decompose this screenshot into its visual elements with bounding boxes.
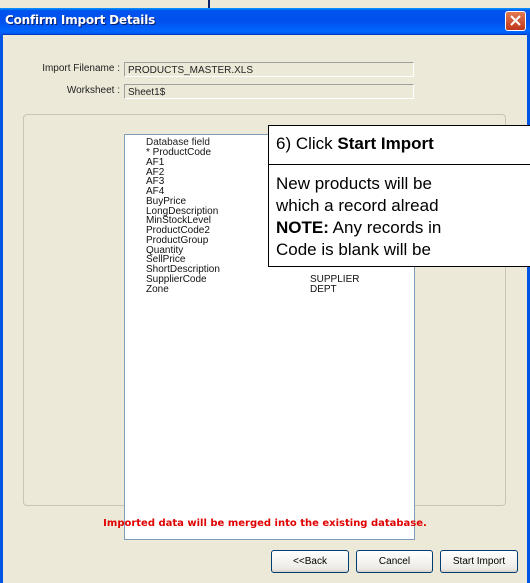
list-item[interactable]: Zone DEPT	[125, 283, 414, 295]
import-filename-label: Import Filename :	[42, 63, 120, 74]
background-window-divider	[208, 0, 210, 8]
callout-divider	[269, 164, 530, 165]
close-icon	[510, 15, 521, 26]
instruction-callout: 6) Click Start Import New products will …	[268, 125, 530, 267]
callout-heading: 6) Click Start Import	[276, 134, 434, 153]
callout-line-3: NOTE: Any records in	[276, 218, 442, 237]
merge-warning-message: Imported data will be merged into the ex…	[103, 518, 427, 529]
database-field-name: Zone	[146, 283, 169, 295]
window-frame-left	[0, 34, 3, 583]
close-button[interactable]	[505, 11, 526, 31]
worksheet-field: Sheet1$	[124, 84, 414, 99]
callout-line-4: Code is blank will be	[276, 240, 431, 259]
background-window-strip	[0, 0, 530, 8]
cancel-button[interactable]: Cancel	[356, 550, 433, 573]
callout-line-2: which a record alread	[276, 196, 439, 215]
title-bar[interactable]: Confirm Import Details	[0, 8, 530, 35]
window-title: Confirm Import Details	[5, 13, 156, 27]
start-import-button[interactable]: Start Import	[440, 550, 518, 573]
callout-body: New products will be which a record alre…	[276, 173, 441, 261]
worksheet-label: Worksheet :	[66, 85, 120, 96]
mapped-column-name: DEPT	[310, 283, 337, 295]
import-filename-field: PRODUCTS_MASTER.XLS	[124, 62, 414, 77]
callout-line-1: New products will be	[276, 174, 432, 193]
back-button[interactable]: <<Back	[271, 550, 349, 573]
